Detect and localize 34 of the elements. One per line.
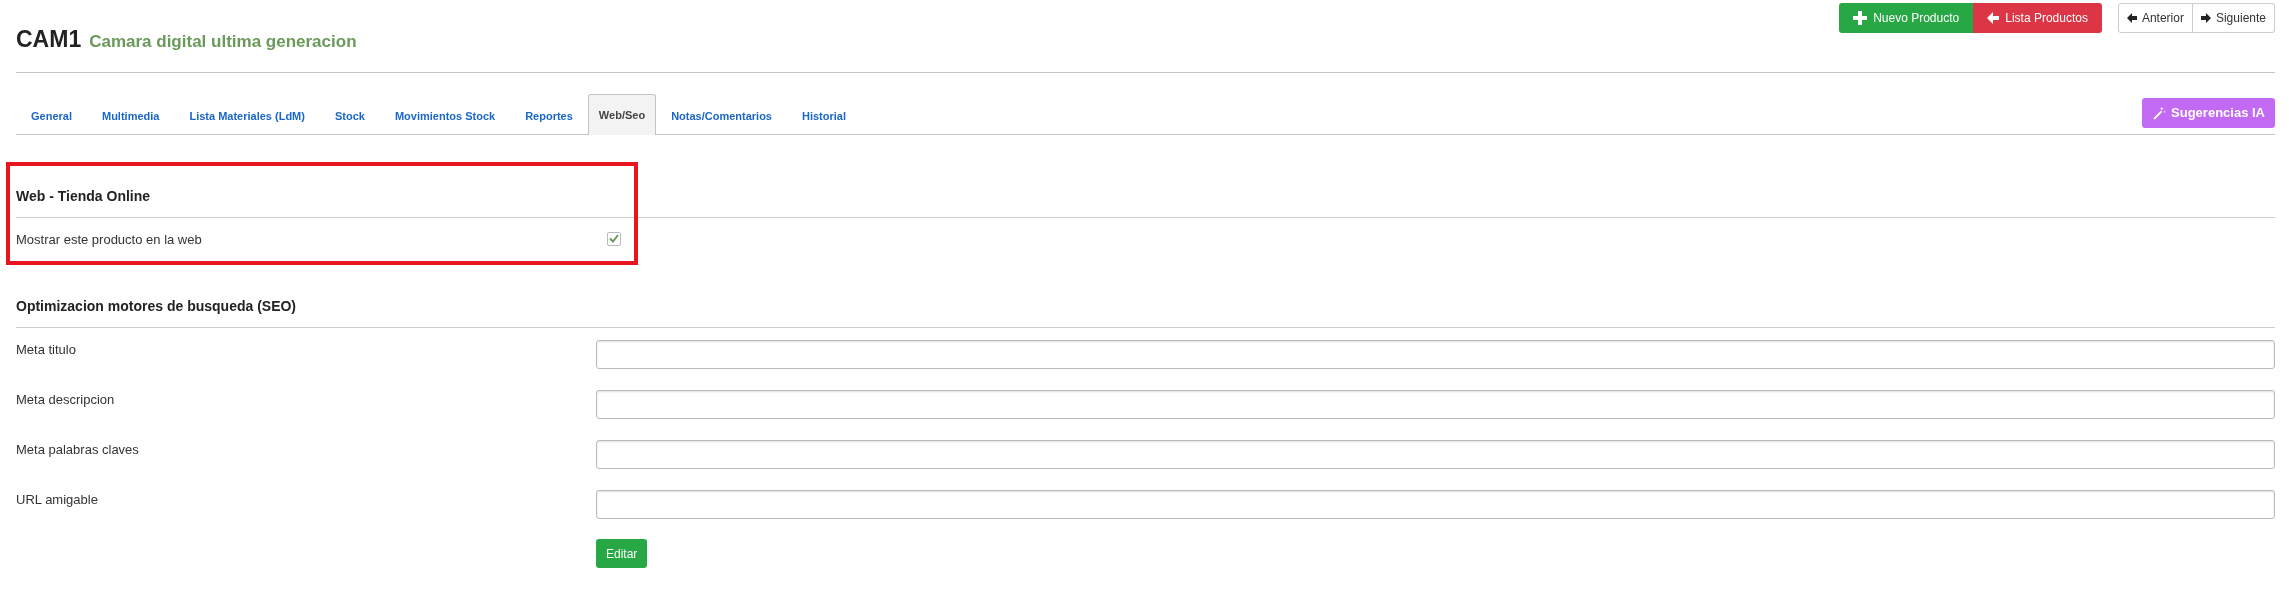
- tab[interactable]: Multimedia: [86, 97, 175, 135]
- product-name: Camara digital ultima generacion: [89, 31, 357, 53]
- tab[interactable]: Web/Seo: [587, 94, 657, 135]
- section-heading: Optimizacion motores de busqueda (SEO): [16, 296, 2275, 328]
- input-field[interactable]: [596, 390, 2275, 419]
- tab[interactable]: Movimientos Stock: [379, 97, 511, 135]
- tab[interactable]: General: [16, 97, 87, 135]
- checkbox[interactable]: [607, 231, 621, 246]
- product-code: CAM1: [16, 25, 82, 54]
- new-product-button[interactable]: Nuevo Producto: [1839, 3, 1974, 33]
- tab[interactable]: Historial: [787, 97, 861, 135]
- previous-button[interactable]: Anterior: [2117, 3, 2193, 33]
- input-field[interactable]: [596, 340, 2275, 369]
- input-field[interactable]: [596, 490, 2275, 519]
- edit-button[interactable]: Editar: [596, 539, 648, 568]
- field-label: URL amigable: [16, 492, 98, 507]
- field-label: Meta titulo: [16, 342, 76, 357]
- input-field[interactable]: [596, 440, 2275, 469]
- product-list-button[interactable]: Lista Productos: [1973, 3, 2102, 33]
- section-heading: Web - Tienda Online: [16, 185, 2275, 218]
- ai-suggestions-button[interactable]: Sugerencias IA: [2142, 97, 2275, 128]
- tab[interactable]: Notas/Comentarios: [656, 97, 787, 135]
- next-button[interactable]: Siguiente: [2192, 3, 2275, 33]
- tab[interactable]: Reportes: [510, 97, 588, 135]
- magic-wand-icon: [2152, 105, 2167, 120]
- arrow-left-icon: [2126, 13, 2137, 23]
- arrow-left-icon: [1987, 12, 2000, 24]
- tab[interactable]: Stock: [319, 97, 380, 135]
- field-label: Mostrar este producto en la web: [16, 231, 202, 247]
- tab[interactable]: Lista Materiales (LdM): [174, 97, 320, 135]
- field-label: Meta descripcion: [16, 392, 115, 407]
- arrow-right-icon: [2200, 13, 2211, 23]
- plus-icon: [1853, 11, 1868, 25]
- field-label: Meta palabras claves: [16, 442, 139, 457]
